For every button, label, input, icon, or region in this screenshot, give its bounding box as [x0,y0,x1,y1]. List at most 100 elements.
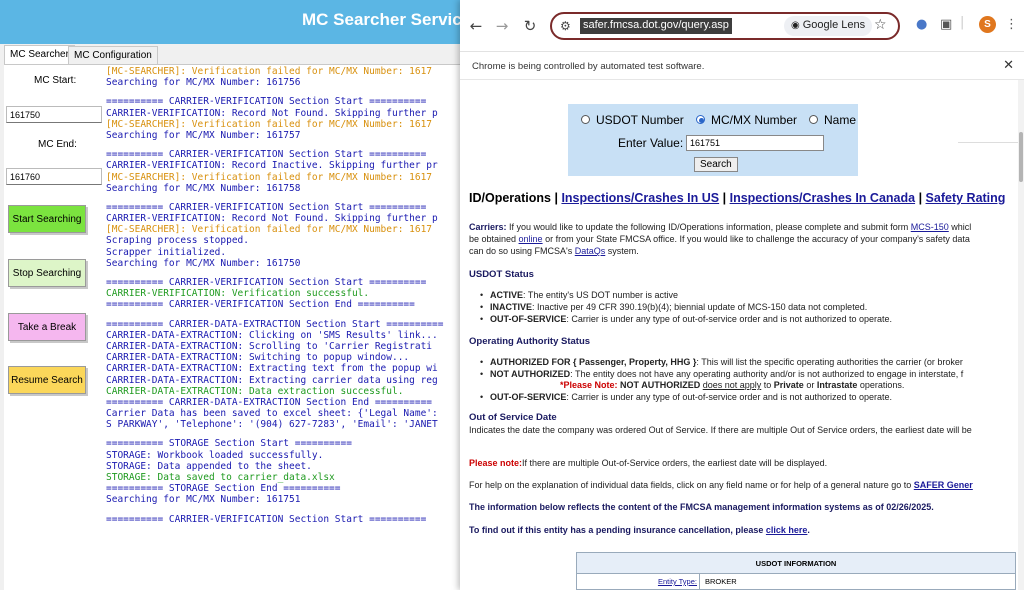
radio-label: MC/MX Number [711,113,798,127]
radio-circle-selected [696,115,705,124]
google-lens-label: Google Lens [802,19,866,31]
text: system. [605,246,639,256]
scrollbar[interactable] [1018,80,1024,590]
term: AUTHORIZED FOR { Passenger, Property, HH… [490,357,697,367]
entity-type-label[interactable]: Entity Type: [587,577,697,586]
log-line: CARRIER-VERIFICATION: Record Inactive. S… [106,160,438,172]
radio-mc-mx[interactable]: MC/MX Number [696,113,797,127]
stop-searching-button[interactable]: Stop Searching [8,259,86,287]
link-click-here[interactable]: click here [766,525,808,535]
radio-name[interactable]: Name [809,113,856,127]
log-line: [MC-SEARCHER]: Verification failed for M… [106,118,433,130]
carriers-label: Carriers: [469,222,507,232]
reload-icon[interactable]: ↻ [520,16,540,36]
text: can do so using FMCSA's [469,246,575,256]
text: If there are multiple Out-of-Service ord… [522,458,828,468]
log-line: [MC-SEARCHER]: Verification failed for M… [106,66,433,77]
extension-icon[interactable]: ● [916,17,927,32]
separator: | [918,191,923,205]
tab-mc-searcher[interactable]: MC Searcher [4,45,75,65]
log-line: [MC-SEARCHER]: Verification failed for M… [106,171,433,183]
take-a-break-button[interactable]: Take a Break [8,313,86,341]
back-icon[interactable]: ← [466,16,486,36]
browser-toolbar: ← → ↻ ⚙ safer.fmcsa.dot.gov/query.asp ◉ G… [460,0,1024,52]
log-line: ========== CARRIER-VERIFICATION Section … [106,201,427,213]
link-dataqs[interactable]: DataQs [575,246,606,256]
text: : Carrier is under any type of out-of-se… [566,392,893,402]
log-line: ========== CARRIER-DATA-EXTRACTION Secti… [106,396,433,408]
resume-search-button[interactable]: Resume Search [8,366,86,394]
term: OUT-OF-SERVICE [490,314,567,324]
log-line: ========== CARRIER-DATA-EXTRACTION Secti… [106,318,444,330]
log-line: ========== CARRIER-VERIFICATION Section … [106,299,415,311]
log-line: CARRIER-DATA-EXTRACTION: Clicking on 'SM… [106,329,438,341]
app-header: MC Searcher Services [0,0,481,44]
close-icon[interactable]: ✕ [1003,58,1014,73]
log-line: ========== STORAGE Section Start =======… [106,438,352,450]
google-lens-button[interactable]: ◉ Google Lens [784,16,873,36]
usdot-status-heading[interactable]: USDOT Status [469,269,534,280]
url-text[interactable]: safer.fmcsa.dot.gov/query.asp [580,18,732,34]
enter-value-input[interactable]: 161751 [686,135,824,151]
tab-mc-configuration[interactable]: MC Configuration [68,46,158,64]
mc-start-input[interactable]: 161750 [6,106,102,123]
log-line: CARRIER-DATA-EXTRACTION: Data extraction… [106,385,404,397]
text: be obtained [469,234,519,244]
log-line: ========== CARRIER-VERIFICATION Section … [106,513,427,525]
text: or from your State FMCSA office. If you … [542,234,970,244]
radio-usdot[interactable]: USDOT Number [581,113,684,127]
address-bar[interactable]: ⚙ safer.fmcsa.dot.gov/query.asp ◉ Google … [550,12,900,40]
text: To find out if this entity has a pending… [469,525,766,535]
radio-circle [809,115,818,124]
menu-icon[interactable]: ⋮ [1005,17,1018,32]
text: The information below reflects the conte… [469,502,887,512]
puzzle-icon[interactable]: ▣ [940,17,952,32]
search-button[interactable]: Search [694,157,738,172]
out-of-service-date-heading[interactable]: Out of Service Date [469,412,557,423]
authority-not-authorized: NOT AUTHORIZED: The entity does not have… [480,369,963,379]
star-icon[interactable]: ☆ [874,17,887,33]
carriers-paragraph-line1: Carriers: If you would like to update th… [469,222,971,232]
log-line: ========== CARRIER-VERIFICATION Section … [106,149,427,161]
table-title: USDOT INFORMATION [755,559,837,568]
link-inspections-canada[interactable]: Inspections/Crashes In Canada [730,191,915,205]
forward-icon[interactable]: → [492,16,512,36]
authority-out-of-service: OUT-OF-SERVICE: Carrier is under any typ… [480,392,893,402]
log-output[interactable]: [MC-SEARCHER]: Verification failed for M… [106,66,462,590]
radio-label: USDOT Number [596,113,684,127]
log-line: [MC-SEARCHER]: Verification failed for M… [106,224,433,236]
web-page: USDOT Number MC/MX Number Name Enter Val… [460,80,1024,590]
separator: | [722,191,727,205]
operating-authority-heading[interactable]: Operating Authority Status [469,336,590,347]
id-operations-title: ID/Operations [469,191,551,205]
tune-icon[interactable]: ⚙ [560,19,571,33]
term: Intrastate [816,380,858,390]
log-line: CARRIER-VERIFICATION: Record Not Found. … [106,107,438,119]
mc-end-input[interactable]: 161760 [6,168,102,185]
entity-type-value: BROKER [705,577,737,586]
link-safer-general[interactable]: SAFER Gener [914,480,973,490]
mc-searcher-app: MC Searcher Services MC Searcher MC Conf… [0,0,481,590]
carriers-paragraph-line3: can do so using FMCSA's DataQs system. [469,246,639,256]
text: If you would like to update the followin… [506,222,911,232]
log-line: Searching for MC/MX Number: 161751 [106,494,301,506]
link-online[interactable]: online [519,234,543,244]
log-line: ========== CARRIER-VERIFICATION Section … [106,277,427,288]
start-searching-button[interactable]: Start Searching [8,205,86,233]
link-inspections-us[interactable]: Inspections/Crashes In US [561,191,719,205]
divider [699,574,700,590]
scrollbar-thumb[interactable] [1019,132,1023,182]
log-line: Scrapper initialized. [106,246,227,258]
link-mcs150[interactable]: MCS-150 [911,222,949,232]
text: or [803,380,817,390]
term: ACTIVE [490,290,524,300]
log-line: Searching for MC/MX Number: 161757 [106,129,301,141]
text: For help on the explanation of individua… [469,480,914,490]
log-line: CARRIER-DATA-EXTRACTION: Extracting text… [106,363,438,375]
avatar[interactable]: S [979,16,996,33]
link-safety-rating[interactable]: Safety Rating [926,191,1006,205]
